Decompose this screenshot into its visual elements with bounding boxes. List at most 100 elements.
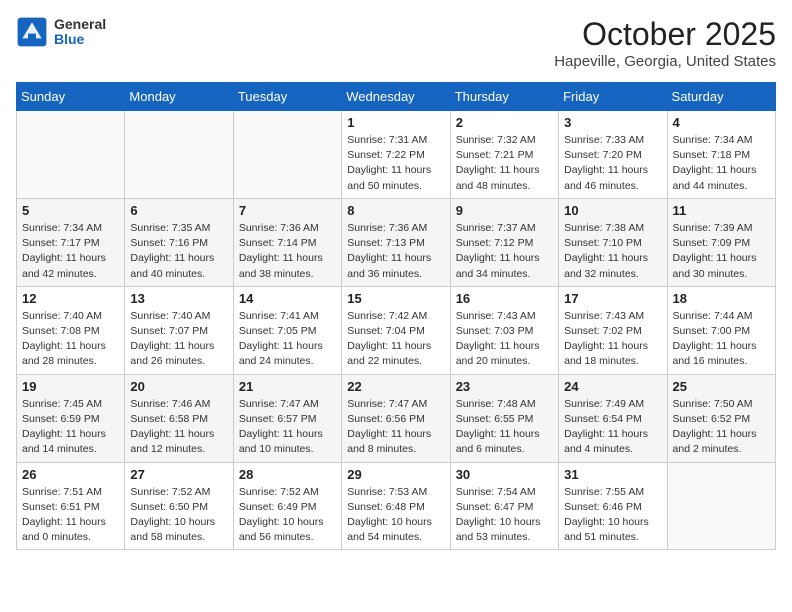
calendar-day-27: 27Sunrise: 7:52 AM Sunset: 6:50 PM Dayli…	[125, 462, 233, 550]
logo-text: General Blue	[54, 17, 106, 48]
day-header-saturday: Saturday	[667, 83, 775, 111]
logo-icon	[16, 16, 48, 48]
day-header-thursday: Thursday	[450, 83, 558, 111]
day-info: Sunrise: 7:47 AM Sunset: 6:57 PM Dayligh…	[239, 397, 336, 458]
calendar-day-21: 21Sunrise: 7:47 AM Sunset: 6:57 PM Dayli…	[233, 374, 341, 462]
calendar-day-4: 4 Sunrise: 7:34 AM Sunset: 7:18 PM Daylig…	[667, 111, 775, 199]
day-info: Sunrise: 7:43 AM Sunset: 7:02 PM Dayligh…	[564, 309, 661, 370]
day-info: Sunrise: 7:50 AM Sunset: 6:52 PM Dayligh…	[673, 397, 770, 458]
day-number: 15	[347, 291, 444, 306]
day-info: Sunrise: 7:38 AM Sunset: 7:10 PM Dayligh…	[564, 221, 661, 282]
day-header-sunday: Sunday	[17, 83, 125, 111]
day-number: 29	[347, 467, 444, 482]
location-subtitle: Hapeville, Georgia, United States	[554, 53, 776, 70]
calendar-day-26: 26 Sunrise: 7:51 AM Sunset: 6:51 PM Dayli…	[17, 462, 125, 550]
calendar-day-30: 30Sunrise: 7:54 AM Sunset: 6:47 PM Dayli…	[450, 462, 558, 550]
calendar-day-8: 8 Sunrise: 7:36 AM Sunset: 7:13 PM Daylig…	[342, 198, 450, 286]
day-header-monday: Monday	[125, 83, 233, 111]
calendar-empty-cell	[233, 111, 341, 199]
calendar-week-row: 1 Sunrise: 7:31 AM Sunset: 7:22 PM Daylig…	[17, 111, 776, 199]
calendar-day-13: 13Sunrise: 7:40 AM Sunset: 7:07 PM Dayli…	[125, 286, 233, 374]
day-number: 16	[456, 291, 553, 306]
day-info: Sunrise: 7:49 AM Sunset: 6:54 PM Dayligh…	[564, 397, 661, 458]
day-info: Sunrise: 7:44 AM Sunset: 7:00 PM Dayligh…	[673, 309, 770, 370]
day-number: 19	[22, 379, 119, 394]
calendar-day-28: 28Sunrise: 7:52 AM Sunset: 6:49 PM Dayli…	[233, 462, 341, 550]
calendar-day-14: 14 Sunrise: 7:41 AM Sunset: 7:05 PM Dayli…	[233, 286, 341, 374]
day-number: 3	[564, 115, 661, 130]
day-number: 14	[239, 291, 336, 306]
day-info: Sunrise: 7:55 AM Sunset: 6:46 PM Dayligh…	[564, 485, 661, 546]
day-info: Sunrise: 7:31 AM Sunset: 7:22 PM Dayligh…	[347, 133, 444, 194]
calendar-day-19: 19 Sunrise: 7:45 AM Sunset: 6:59 PM Dayli…	[17, 374, 125, 462]
day-info: Sunrise: 7:39 AM Sunset: 7:09 PM Dayligh…	[673, 221, 770, 282]
logo-blue-text: Blue	[54, 32, 106, 47]
day-number: 2	[456, 115, 553, 130]
day-info: Sunrise: 7:41 AM Sunset: 7:05 PM Dayligh…	[239, 309, 336, 370]
calendar-day-24: 24 Sunrise: 7:49 AM Sunset: 6:54 PM Dayli…	[559, 374, 667, 462]
calendar-day-9: 9Sunrise: 7:37 AM Sunset: 7:12 PM Daylig…	[450, 198, 558, 286]
day-info: Sunrise: 7:36 AM Sunset: 7:13 PM Dayligh…	[347, 221, 444, 282]
logo: General Blue	[16, 16, 106, 48]
day-info: Sunrise: 7:34 AM Sunset: 7:18 PM Dayligh…	[673, 133, 770, 194]
day-info: Sunrise: 7:35 AM Sunset: 7:16 PM Dayligh…	[130, 221, 227, 282]
day-number: 30	[456, 467, 553, 482]
day-number: 20	[130, 379, 227, 394]
day-number: 8	[347, 203, 444, 218]
day-info: Sunrise: 7:42 AM Sunset: 7:04 PM Dayligh…	[347, 309, 444, 370]
calendar-day-6: 6 Sunrise: 7:35 AM Sunset: 7:16 PM Daylig…	[125, 198, 233, 286]
calendar-day-16: 16 Sunrise: 7:43 AM Sunset: 7:03 PM Dayli…	[450, 286, 558, 374]
page-header: General Blue October 2025 Hapeville, Geo…	[16, 16, 776, 70]
day-number: 9	[456, 203, 553, 218]
calendar-week-row: 5 Sunrise: 7:34 AM Sunset: 7:17 PM Daylig…	[17, 198, 776, 286]
calendar-day-18: 18 Sunrise: 7:44 AM Sunset: 7:00 PM Dayli…	[667, 286, 775, 374]
calendar-day-7: 7Sunrise: 7:36 AM Sunset: 7:14 PM Daylig…	[233, 198, 341, 286]
day-info: Sunrise: 7:43 AM Sunset: 7:03 PM Dayligh…	[456, 309, 553, 370]
header-row: SundayMondayTuesdayWednesdayThursdayFrid…	[17, 83, 776, 111]
day-header-friday: Friday	[559, 83, 667, 111]
day-number: 25	[673, 379, 770, 394]
day-number: 11	[673, 203, 770, 218]
day-info: Sunrise: 7:40 AM Sunset: 7:08 PM Dayligh…	[22, 309, 119, 370]
day-number: 5	[22, 203, 119, 218]
calendar-empty-cell	[17, 111, 125, 199]
day-number: 28	[239, 467, 336, 482]
day-number: 6	[130, 203, 227, 218]
day-info: Sunrise: 7:47 AM Sunset: 6:56 PM Dayligh…	[347, 397, 444, 458]
calendar-day-3: 3 Sunrise: 7:33 AM Sunset: 7:20 PM Daylig…	[559, 111, 667, 199]
day-info: Sunrise: 7:33 AM Sunset: 7:20 PM Dayligh…	[564, 133, 661, 194]
day-header-tuesday: Tuesday	[233, 83, 341, 111]
calendar-empty-cell	[667, 462, 775, 550]
day-number: 22	[347, 379, 444, 394]
day-info: Sunrise: 7:40 AM Sunset: 7:07 PM Dayligh…	[130, 309, 227, 370]
logo-general-text: General	[54, 17, 106, 32]
day-info: Sunrise: 7:32 AM Sunset: 7:21 PM Dayligh…	[456, 133, 553, 194]
calendar-day-25: 25 Sunrise: 7:50 AM Sunset: 6:52 PM Dayli…	[667, 374, 775, 462]
day-number: 24	[564, 379, 661, 394]
day-number: 1	[347, 115, 444, 130]
day-number: 26	[22, 467, 119, 482]
calendar-table: SundayMondayTuesdayWednesdayThursdayFrid…	[16, 82, 776, 550]
day-info: Sunrise: 7:51 AM Sunset: 6:51 PM Dayligh…	[22, 485, 119, 546]
day-number: 27	[130, 467, 227, 482]
day-info: Sunrise: 7:34 AM Sunset: 7:17 PM Dayligh…	[22, 221, 119, 282]
day-header-wednesday: Wednesday	[342, 83, 450, 111]
calendar-day-22: 22 Sunrise: 7:47 AM Sunset: 6:56 PM Dayli…	[342, 374, 450, 462]
title-block: October 2025 Hapeville, Georgia, United …	[554, 16, 776, 70]
day-info: Sunrise: 7:45 AM Sunset: 6:59 PM Dayligh…	[22, 397, 119, 458]
day-number: 12	[22, 291, 119, 306]
day-number: 18	[673, 291, 770, 306]
day-info: Sunrise: 7:53 AM Sunset: 6:48 PM Dayligh…	[347, 485, 444, 546]
calendar-day-29: 29 Sunrise: 7:53 AM Sunset: 6:48 PM Dayli…	[342, 462, 450, 550]
calendar-day-17: 17Sunrise: 7:43 AM Sunset: 7:02 PM Dayli…	[559, 286, 667, 374]
calendar-week-row: 12 Sunrise: 7:40 AM Sunset: 7:08 PM Dayli…	[17, 286, 776, 374]
calendar-day-15: 15 Sunrise: 7:42 AM Sunset: 7:04 PM Dayli…	[342, 286, 450, 374]
day-number: 10	[564, 203, 661, 218]
calendar-day-2: 2 Sunrise: 7:32 AM Sunset: 7:21 PM Daylig…	[450, 111, 558, 199]
day-number: 4	[673, 115, 770, 130]
calendar-header: SundayMondayTuesdayWednesdayThursdayFrid…	[17, 83, 776, 111]
calendar-day-5: 5 Sunrise: 7:34 AM Sunset: 7:17 PM Daylig…	[17, 198, 125, 286]
calendar-day-31: 31Sunrise: 7:55 AM Sunset: 6:46 PM Dayli…	[559, 462, 667, 550]
calendar-day-10: 10 Sunrise: 7:38 AM Sunset: 7:10 PM Dayli…	[559, 198, 667, 286]
day-info: Sunrise: 7:46 AM Sunset: 6:58 PM Dayligh…	[130, 397, 227, 458]
